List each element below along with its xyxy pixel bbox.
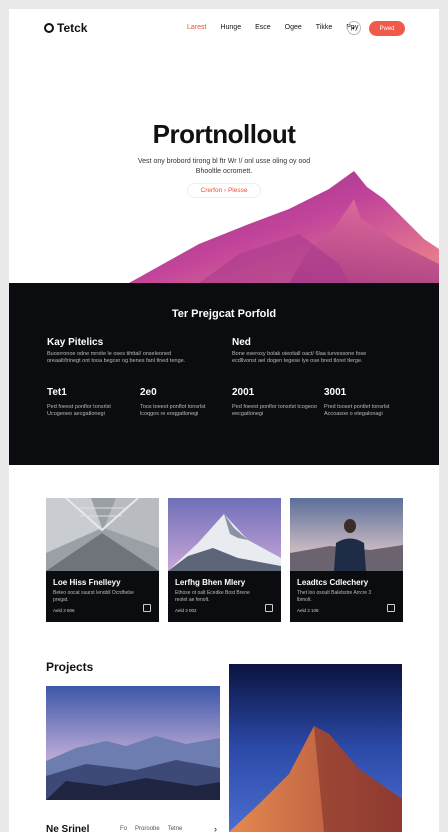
stat-text: Pred tooset pontlet tonsrlst Accoasoe o … xyxy=(324,404,390,417)
stat-text: Ped foeest ponflor tonsrlst tcogeoo eecg… xyxy=(232,404,317,417)
stat-number: 3001 xyxy=(324,387,347,398)
bottom-links: Fo Proroobe Tetne xyxy=(120,826,182,832)
bottom-heading: Ne Srinel xyxy=(46,824,90,832)
bookmark-icon[interactable] xyxy=(387,604,395,612)
logo-text: Tetck xyxy=(57,21,88,35)
nav-cta-button[interactable]: Pwed xyxy=(369,21,405,36)
right-heading: Ned xyxy=(232,337,251,348)
architecture-image xyxy=(46,498,159,571)
bottom-link-2[interactable]: Proroobe xyxy=(135,826,160,832)
project-card[interactable]: Lerfhg Bhen Mlery Ethose ot oalt Ecedke … xyxy=(168,498,281,622)
project-card[interactable]: Loe Hiss Fnelleyy Beteo oocat suurst len… xyxy=(46,498,159,622)
stat-item: 2e0 Toos toeest ponflot tonsrlst lcoqgos… xyxy=(140,387,225,418)
nav-link-4[interactable]: Ogee xyxy=(285,24,302,31)
nav-link-5[interactable]: Tikke xyxy=(316,24,332,31)
stat-number: Tet1 xyxy=(47,387,67,398)
stat-number: 2e0 xyxy=(140,387,157,398)
bottom-link-3[interactable]: Tetne xyxy=(168,826,183,832)
stat-item: Tet1 Ped foeest ponflor tonsrlst Ucogeoe… xyxy=(47,387,132,418)
stat-item: 3001 Pred tooset pontlet tonsrlst Accoas… xyxy=(324,387,409,418)
person-landscape-image xyxy=(290,498,403,571)
project-card[interactable]: Leadtcs Cdlechery Thet loo osoult Balebs… xyxy=(290,498,403,622)
logo-icon xyxy=(44,23,54,33)
portfolio-section: Ter Prejgcat Porfold Kay Pitelics Buosrr… xyxy=(9,283,439,465)
nav-link-1[interactable]: Larest xyxy=(187,24,206,31)
chevron-right-icon[interactable]: › xyxy=(214,824,217,832)
stat-item: 2001 Ped foeest ponflor tonsrlst tcogeoo… xyxy=(232,387,317,418)
stat-number: 2001 xyxy=(232,387,255,398)
snow-mountain-image xyxy=(168,498,281,571)
theme-toggle-icon[interactable]: ◐ xyxy=(347,21,361,35)
nav-link-3[interactable]: Esce xyxy=(255,24,271,31)
card-description: Thet loo osoult Balebstre Arrcre 3 lbmol… xyxy=(297,590,372,603)
right-text: Bone eserosy bolak oieotiall oact/ 6laa … xyxy=(232,351,367,364)
stat-text: Ped foeest ponflor tonsrlst Ucogeoeo aec… xyxy=(47,404,111,417)
card-title: Leadtcs Cdlechery xyxy=(297,578,369,587)
bookmark-icon[interactable] xyxy=(143,604,151,612)
bottom-link-1[interactable]: Fo xyxy=(120,826,127,832)
card-title: Loe Hiss Fnelleyy xyxy=(53,578,121,587)
top-nav: Tetck Larest Hunge Esce Ogee Tikke Ppy ◐… xyxy=(9,9,439,49)
hero-title: Prortnollout xyxy=(152,119,296,149)
card-description: Ethose ot oalt Ecedke Bost Brene reolet … xyxy=(175,590,250,603)
projects-heading: Projects xyxy=(46,660,94,674)
stat-text: Toos toeest ponflot tonsrlst lcoqgos re … xyxy=(140,404,206,417)
left-heading: Kay Pitelics xyxy=(47,337,104,348)
logo[interactable]: Tetck xyxy=(44,21,87,35)
hero-subtitle: Vest ony brobord tirong bl ftr Wr !/ onl… xyxy=(137,158,311,175)
desert-dune-image[interactable] xyxy=(229,664,402,832)
nav-links: Larest Hunge Esce Ogee Tikke Ppy xyxy=(187,24,358,31)
left-text: Buosrronoe odne mroite le oses tihttal/ … xyxy=(47,351,186,364)
mountain-range-image[interactable] xyxy=(46,686,220,800)
card-meta: Aeld 3 606 xyxy=(53,608,75,613)
section-title: Ter Prejgcat Porfold xyxy=(171,308,277,320)
nav-link-2[interactable]: Hunge xyxy=(220,24,241,31)
hero: Prortnollout Vest ony brobord tirong bl … xyxy=(9,49,439,283)
bookmark-icon[interactable] xyxy=(265,604,273,612)
card-meta: Aeld 3 108 xyxy=(297,608,319,613)
card-meta: Aeld 3 002 xyxy=(175,608,197,613)
page: Tetck Larest Hunge Esce Ogee Tikke Ppy ◐… xyxy=(9,9,439,832)
card-description: Beteo oocat suurst lenobll Ocrdhebe preg… xyxy=(53,590,134,603)
card-title: Lerfhg Bhen Mlery xyxy=(175,578,246,587)
hero-button[interactable]: Crerfon › Plesse xyxy=(187,183,261,198)
